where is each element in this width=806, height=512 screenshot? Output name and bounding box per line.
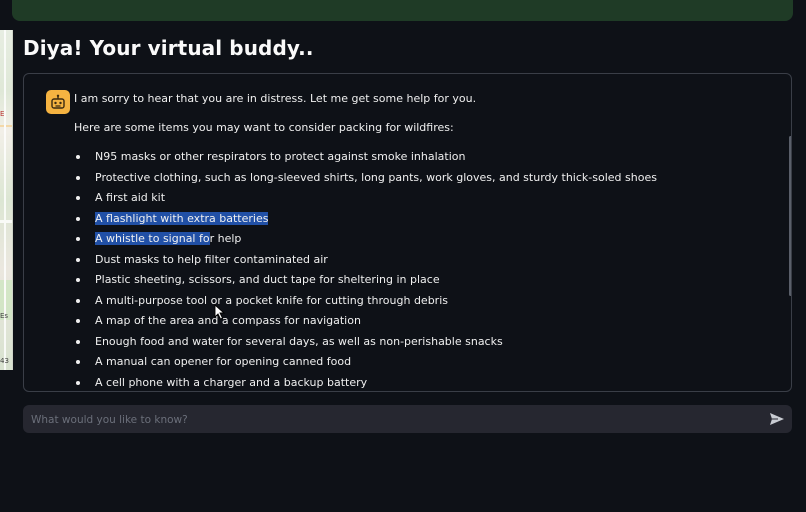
message-intro: I am sorry to hear that you are in distr…	[74, 92, 477, 105]
list-item: A multi-purpose tool or a pocket knife f…	[74, 293, 774, 314]
list-item: N95 masks or other respirators to protec…	[74, 149, 774, 170]
chat-scrollbar[interactable]	[789, 136, 791, 296]
top-status-bar	[12, 0, 793, 21]
message-lead: Here are some items you may want to cons…	[74, 121, 454, 134]
map-label: 43	[0, 357, 9, 365]
chat-message-container[interactable]: I am sorry to hear that you are in distr…	[23, 73, 792, 392]
mouse-pointer-icon	[214, 303, 226, 324]
chat-input-bar[interactable]	[23, 405, 792, 433]
list-item: A cell phone with a charger and a backup…	[74, 375, 774, 392]
assistant-message: I am sorry to hear that you are in distr…	[74, 91, 774, 392]
chat-input[interactable]	[29, 408, 753, 432]
list-item: A manual can opener for opening canned f…	[74, 354, 774, 375]
send-icon[interactable]	[769, 411, 785, 427]
map-piece[interactable]: E Es 43	[0, 30, 13, 370]
robot-icon	[46, 90, 70, 114]
list-item: Plastic sheeting, scissors, and duct tap…	[74, 272, 774, 293]
list-item-rest: r help	[209, 232, 242, 245]
page-title: Diya! Your virtual buddy..	[23, 36, 314, 60]
map-label: E	[0, 110, 5, 118]
highlighted-text: A flashlight with extra batteries	[95, 211, 269, 225]
map-label: Es	[0, 312, 9, 320]
list-item: A whistle to signal for help	[74, 231, 774, 252]
list-item: Dust masks to help filter contaminated a…	[74, 252, 774, 273]
list-item: A flashlight with extra batteries	[74, 211, 774, 232]
list-item: A first aid kit	[74, 190, 774, 211]
highlighted-text: A whistle to signal fo	[95, 232, 210, 245]
list-item: A map of the area and a compass for navi…	[74, 313, 774, 334]
list-item: Protective clothing, such as long-sleeve…	[74, 170, 774, 191]
packing-list: N95 masks or other respirators to protec…	[74, 149, 774, 392]
list-item: Enough food and water for several days, …	[74, 334, 774, 355]
